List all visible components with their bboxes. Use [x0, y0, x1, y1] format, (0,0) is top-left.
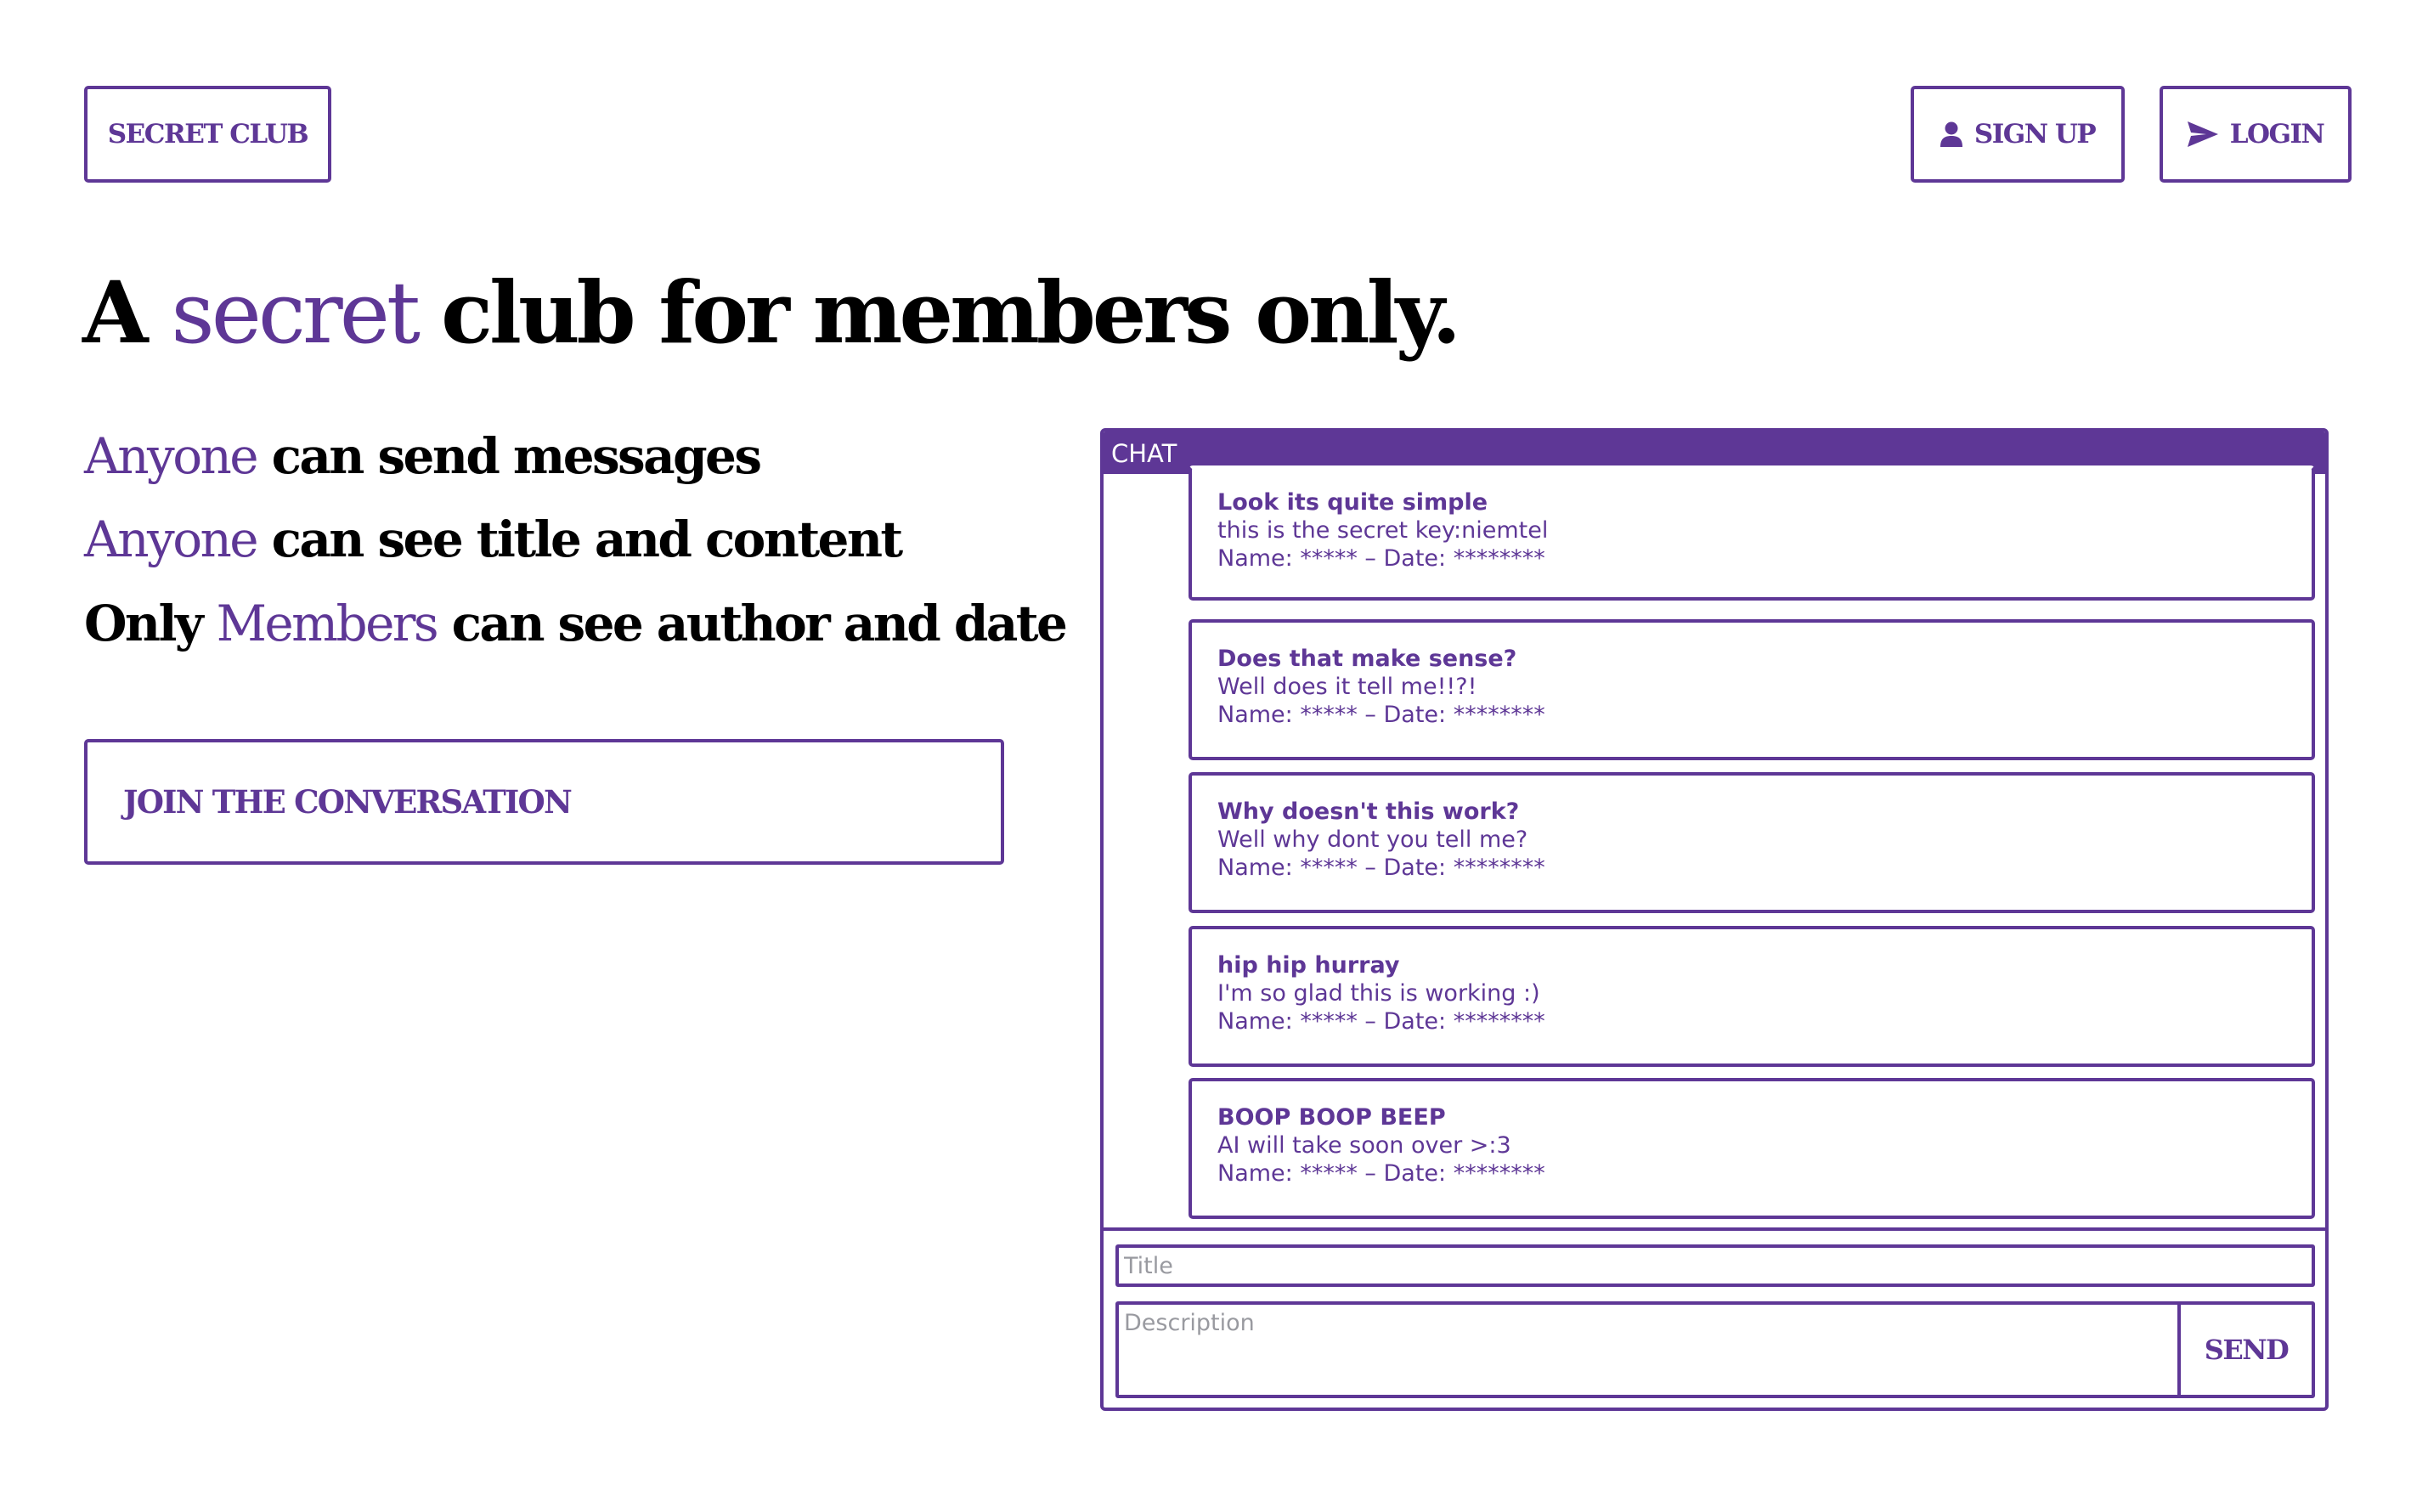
rule-prefix: Only — [84, 595, 217, 652]
message-title: hip hip hurray — [1217, 952, 1400, 979]
rule-accent: Members — [216, 595, 439, 652]
title-accent: secret — [171, 263, 421, 363]
sign-up-label: SIGN UP — [1973, 119, 2097, 150]
message-body: AI will take soon over >:3 — [1217, 1132, 1511, 1159]
compose-area: SEND — [1104, 1227, 2325, 1408]
page-title: A secret club for members only. — [82, 270, 1461, 356]
send-button[interactable]: SEND — [2177, 1301, 2315, 1398]
brand-button[interactable]: SECRET CLUB — [84, 86, 331, 183]
message-meta: Name: ***** – Date: ******** — [1217, 1008, 1545, 1035]
message-meta: Name: ***** – Date: ******** — [1217, 1160, 1545, 1187]
rule-send-messages: Anyone can send messages — [84, 432, 762, 481]
message-card: hip hip hurray I'm so glad this is worki… — [1189, 926, 2315, 1067]
title-input[interactable] — [1115, 1244, 2315, 1287]
rule-accent: Anyone — [84, 427, 259, 485]
rule-text: can see title and content — [257, 511, 904, 568]
message-card: BOOP BOOP BEEP AI will take soon over >:… — [1189, 1078, 2315, 1219]
login-label: LOGIN — [2229, 119, 2325, 150]
message-card: Does that make sense? Well does it tell … — [1189, 619, 2315, 760]
rule-members-see-author: Only Members can see author and date — [84, 599, 1068, 648]
chat-panel: CHAT Look its quite simple this is the s… — [1100, 428, 2329, 1411]
brand-label: SECRET CLUB — [107, 119, 309, 150]
title-prefix: A — [82, 262, 149, 363]
message-card: Why doesn't this work? Well why dont you… — [1189, 772, 2315, 913]
message-meta: Name: ***** – Date: ******** — [1217, 702, 1545, 728]
send-arrow-icon — [2187, 121, 2218, 147]
user-icon — [1940, 121, 1962, 147]
rule-accent: Anyone — [84, 511, 259, 568]
description-input[interactable] — [1115, 1301, 2182, 1398]
rule-text: can send messages — [257, 427, 762, 485]
message-meta: Name: ***** – Date: ******** — [1217, 545, 1545, 572]
rule-text: can see author and date — [437, 595, 1068, 652]
message-card: Look its quite simple this is the secret… — [1189, 465, 2315, 601]
message-body: this is the secret key:niemtel — [1217, 517, 1549, 544]
login-button[interactable]: LOGIN — [2160, 86, 2352, 183]
message-meta: Name: ***** – Date: ******** — [1217, 855, 1545, 881]
message-body: Well does it tell me!!?! — [1217, 674, 1477, 700]
message-title: Does that make sense? — [1217, 646, 1517, 672]
rule-see-title-content: Anyone can see title and content — [84, 515, 903, 564]
sign-up-button[interactable]: SIGN UP — [1911, 86, 2125, 183]
message-title: Why doesn't this work? — [1217, 798, 1520, 825]
message-title: Look its quite simple — [1217, 489, 1488, 516]
title-suffix: club for members only. — [441, 262, 1461, 363]
message-body: Well why dont you tell me? — [1217, 827, 1528, 853]
message-body: I'm so glad this is working :) — [1217, 980, 1540, 1007]
join-conversation-button[interactable]: JOIN THE CONVERSATION — [84, 739, 1004, 865]
message-title: BOOP BOOP BEEP — [1217, 1104, 1446, 1131]
